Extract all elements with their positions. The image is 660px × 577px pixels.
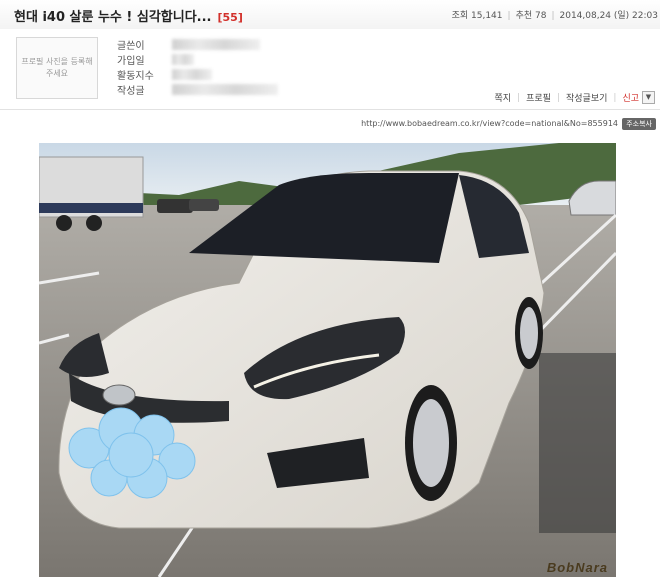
author-actions: 쪽지 | 프로필 | 작성글보기 | 신고 ▼	[494, 91, 655, 104]
post-meta: 조회 15,141 | 추천 78 | 2014,08,24 (일) 22:03	[451, 11, 659, 21]
car-photo-illustration	[39, 143, 616, 577]
recommend-count: 78	[535, 11, 547, 21]
blurred-join-date	[172, 54, 194, 65]
view-posts-link[interactable]: 작성글보기	[566, 91, 607, 104]
blurred-activity	[172, 69, 212, 80]
post-title-text: 현대 i40 살룬 누수 ! 심각합니다...	[14, 10, 212, 25]
comment-count[interactable]: [55]	[217, 11, 242, 24]
blurred-post-count	[172, 84, 278, 95]
label-author: 글쓴이	[117, 41, 145, 52]
views-count: 15,141	[471, 11, 503, 21]
post-date: 2014,08,24 (일) 22:03	[559, 11, 659, 21]
car-photo: BobNara	[39, 143, 616, 577]
post-header: 현대 i40 살룬 누수 ! 심각합니다... [55] 조회 15,141 | 추천…	[0, 0, 660, 30]
post-title: 현대 i40 살룬 누수 ! 심각합니다... [55]	[14, 6, 243, 25]
blurred-author	[172, 39, 260, 50]
profile-labels: 글쓴이 가입일 활동지수 작성글	[117, 39, 154, 99]
views-label: 조회	[451, 11, 469, 21]
profile-photo-placeholder: 프로필 사진을 등록해주세요	[16, 37, 98, 99]
site-watermark: BobNara	[546, 560, 608, 575]
label-post-count: 작성글	[117, 86, 145, 97]
message-link[interactable]: 쪽지	[494, 91, 511, 104]
recommend-label: 추천	[515, 11, 533, 21]
report-link[interactable]: 신고	[622, 91, 639, 104]
label-activity: 활동지수	[117, 71, 154, 82]
author-profile: 프로필 사진을 등록해주세요 글쓴이 가입일 활동지수 작성글 쪽지 | 프로필 | 작…	[0, 29, 660, 110]
label-join-date: 가입일	[117, 56, 145, 67]
profile-link[interactable]: 프로필	[526, 91, 551, 104]
profile-values-blurred	[172, 39, 278, 99]
copy-url-button[interactable]: 주소복사	[622, 118, 656, 130]
chevron-down-icon[interactable]: ▼	[642, 91, 655, 104]
post-url: http://www.bobaedream.co.kr/view?code=na…	[361, 119, 618, 128]
